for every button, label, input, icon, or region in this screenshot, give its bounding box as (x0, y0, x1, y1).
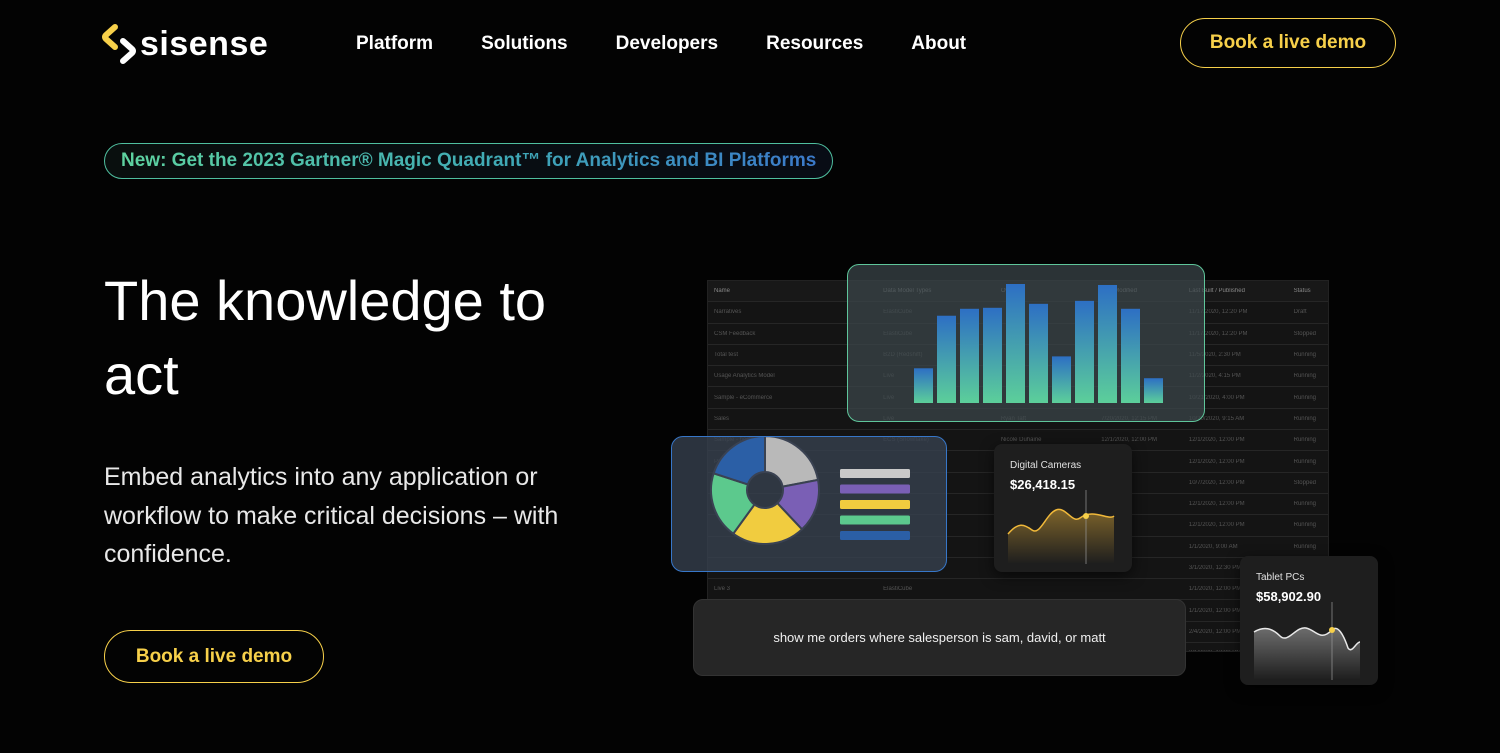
table-cell: Running (1293, 415, 1316, 422)
table-cell: Running (1293, 458, 1316, 465)
legend-bar (840, 469, 910, 478)
logo-wordmark: sisense (140, 25, 269, 63)
table-cell: Live 3 (714, 586, 731, 593)
bar (914, 368, 933, 403)
book-demo-button-header[interactable]: Book a live demo (1180, 18, 1396, 68)
bar (937, 315, 956, 403)
bar (1006, 284, 1025, 403)
book-demo-button-hero[interactable]: Book a live demo (104, 630, 324, 683)
digital-cameras-card: Digital Cameras $26,418.15 (994, 444, 1132, 572)
nl-query-text: show me orders where salesperson is sam,… (773, 630, 1106, 645)
announcement-text: New: Get the 2023 Gartner® Magic Quadran… (121, 150, 817, 171)
nav-developers[interactable]: Developers (616, 32, 718, 56)
table-cell: Stopped (1293, 479, 1316, 486)
table-cell: Nicole Duhaine (1000, 437, 1042, 444)
bar (960, 308, 979, 403)
table-cell: Running (1293, 352, 1316, 359)
bar (1098, 284, 1117, 403)
bar (1029, 303, 1048, 403)
table-cell: Running (1293, 437, 1316, 444)
nav-about[interactable]: About (911, 32, 966, 56)
nl-query-box[interactable]: show me orders where salesperson is sam,… (693, 599, 1186, 676)
legend-bar (840, 515, 910, 525)
legend-bar (840, 484, 910, 494)
bar-chart (914, 284, 1163, 403)
main-nav: Platform Solutions Developers Resources … (356, 32, 966, 56)
table-cell: 12/1/2020, 12:00 PM (1188, 437, 1245, 444)
tablet-pcs-card: Tablet PCs $58,902.90 (1240, 556, 1378, 685)
bar (1144, 378, 1163, 403)
tablet-pcs-sparkline (1253, 602, 1361, 680)
table-cell: 10/7/2020, 12:00 PM (1188, 479, 1245, 486)
table-cell: 12/1/2020, 12:00 PM (1101, 437, 1157, 444)
table-cell: 1/1/2020, 9:00 AM (1188, 543, 1238, 550)
sisense-logo[interactable]: sisense (102, 24, 268, 64)
table-row: Live 3ElastiCube1/1/2020, 12:00 PMRunnin… (708, 579, 1328, 601)
bar (1121, 308, 1140, 403)
table-cell: Running (1293, 394, 1316, 401)
legend-bar (840, 531, 910, 540)
table-cell: Running (1293, 522, 1316, 529)
table-cell: 12/1/2020, 12:00 PM (1188, 522, 1245, 529)
table-cell: Stopped (1293, 330, 1316, 337)
hero-title: The knowledge to act (104, 269, 547, 406)
announcement-banner[interactable]: New: Get the 2023 Gartner® Magic Quadran… (104, 143, 834, 179)
bar-chart-card (847, 264, 1205, 422)
table-cell: ElastiCube (883, 586, 913, 593)
nav-solutions[interactable]: Solutions (481, 32, 568, 56)
bar (1075, 300, 1094, 403)
table-cell: 12/1/2020, 12:00 PM (1188, 501, 1245, 508)
nav-platform[interactable]: Platform (356, 32, 433, 56)
table-cell: Running (1293, 373, 1316, 380)
table-header-cell: Status (1293, 288, 1311, 295)
table-cell: 12/1/2020, 12:00 PM (1188, 458, 1245, 465)
hero-subtitle: Embed analytics into any application or … (104, 463, 559, 568)
digital-cameras-sparkline (1007, 490, 1115, 564)
table-cell: Running (1293, 543, 1316, 550)
table-cell: Draft (1293, 309, 1307, 316)
bar (983, 307, 1002, 403)
sisense-logo-icon (102, 24, 136, 64)
donut-chart-card (671, 434, 947, 572)
donut-chart (710, 434, 910, 545)
donut-slice (764, 434, 820, 488)
bar (1052, 356, 1071, 403)
legend-bar (840, 500, 910, 509)
table-cell: Running (1293, 501, 1316, 508)
nav-resources[interactable]: Resources (766, 32, 863, 56)
